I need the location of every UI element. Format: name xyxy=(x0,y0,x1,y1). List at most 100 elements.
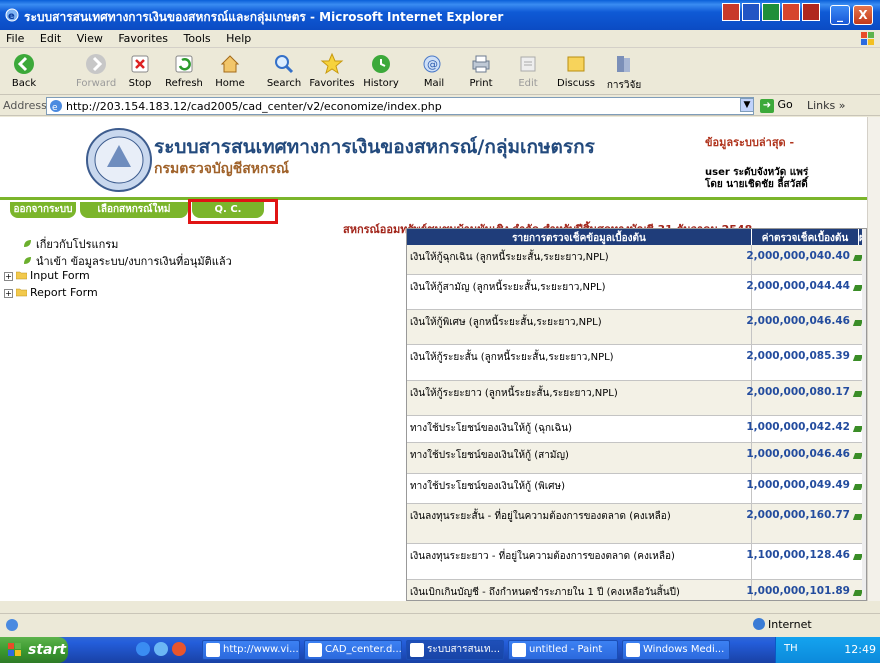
home-button[interactable]: Home xyxy=(210,52,250,89)
header-divider xyxy=(751,229,752,245)
select-coop-tab[interactable]: เลือกสหกรณ์ใหม่ xyxy=(80,202,188,218)
svg-text:e: e xyxy=(52,103,58,113)
globe-icon xyxy=(753,618,765,630)
word-icon[interactable] xyxy=(742,3,760,21)
language-indicator[interactable]: TH xyxy=(784,643,798,654)
edit-button[interactable]: Edit xyxy=(508,52,548,89)
task-button[interactable]: Windows Medi... xyxy=(622,640,730,660)
go-button[interactable]: ➜ Go xyxy=(760,98,793,113)
task-label: CAD_center.d... xyxy=(325,644,402,655)
row-item-value: 1,000,000,046.46 xyxy=(746,448,850,460)
refresh-icon xyxy=(175,55,193,73)
start-button[interactable]: start xyxy=(0,637,68,663)
menu-tools[interactable]: Tools xyxy=(178,30,217,47)
table-row: เงินให้กู้ระยะยาว (ลูกหนี้ระยะสั้น,ระยะย… xyxy=(407,381,864,416)
page-scrollbar[interactable] xyxy=(867,117,880,601)
row-item-value: 2,000,000,080.17 xyxy=(746,386,850,398)
quicklaunch-ie-icon[interactable] xyxy=(136,642,150,656)
tree-report-form-label: Report Form xyxy=(30,286,98,299)
printer-icon xyxy=(472,55,490,73)
security-zone: Internet xyxy=(753,618,812,631)
system-tray: TH 12:49 xyxy=(775,637,880,663)
close-button[interactable]: X xyxy=(853,5,873,25)
address-input[interactable]: e http://203.154.183.12/cad2005/cad_cent… xyxy=(46,97,754,115)
start-label: start xyxy=(28,642,67,658)
quicklaunch-desktop-icon[interactable] xyxy=(154,642,168,656)
row-item-name: เงินให้กู้พิเศษ (ลูกหนี้ระยะสั้น,ระยะยาว… xyxy=(410,317,602,328)
task-label: http://www.vi... xyxy=(223,644,299,655)
discuss-icon xyxy=(567,56,585,72)
row-item-value: 2,000,000,040.40 xyxy=(746,250,850,262)
home-label: Home xyxy=(215,78,245,89)
row-item-value: 2,000,000,085.39 xyxy=(746,350,850,362)
quicklaunch-media-icon[interactable] xyxy=(172,642,186,656)
tree-item-import[interactable]: นำเข้า ข้อมูลระบบ/งบการเงินที่อนุมัติแล้… xyxy=(20,252,232,269)
window-title-bar: e ระบบสารสนเทศทางการเงินของสหกรณ์และกลุ่… xyxy=(0,0,880,30)
task-label: untitled - Paint xyxy=(529,644,603,655)
table-row: ทางใช้ประโยชน์ของเงินให้กู้ (พิเศษ) 1,000… xyxy=(407,474,864,504)
excel-icon[interactable] xyxy=(762,3,780,21)
table-row: เงินให้กู้สามัญ (ลูกหนี้ระยะสั้น,ระยะยาว… xyxy=(407,275,864,310)
leaf-icon xyxy=(24,257,31,264)
svg-text:e: e xyxy=(8,11,15,22)
row-item-value: 1,000,000,042.42 xyxy=(746,421,850,433)
task-button[interactable]: http://www.vi... xyxy=(202,640,300,660)
links-button[interactable]: Links » xyxy=(807,99,846,112)
chevron-down-icon[interactable]: ▼ xyxy=(740,98,754,112)
mail-button[interactable]: @ Mail xyxy=(414,52,454,89)
row-item-value: 1,000,000,101.89 xyxy=(746,585,850,597)
qc-table-frame: รายการตรวจเช็คข้อมูลเบื้องต้น ค่าตรวจเช็… xyxy=(406,228,867,601)
expand-icon[interactable]: + xyxy=(4,272,13,281)
table-header: รายการตรวจเช็คข้อมูลเบื้องต้น ค่าตรวจเช็… xyxy=(407,229,866,245)
favorites-button[interactable]: Favorites xyxy=(308,52,356,89)
logout-tab[interactable]: ออกจากระบบ xyxy=(10,202,76,218)
menu-favorites[interactable]: Favorites xyxy=(112,30,174,47)
department-seal-logo xyxy=(86,128,152,192)
forward-button[interactable]: Forward xyxy=(76,52,116,89)
menu-view[interactable]: View xyxy=(71,30,109,47)
row-item-name: ทางใช้ประโยชน์ของเงินให้กู้ (ฉุกเฉิน) xyxy=(410,423,573,434)
edit-icon xyxy=(520,56,536,72)
task-button[interactable]: ระบบสารสนเท... xyxy=(406,640,504,660)
refresh-button[interactable]: Refresh xyxy=(164,52,204,89)
search-button[interactable]: Search xyxy=(264,52,304,89)
table-row: เงินเบิกเกินบัญชี - ถึงกำหนดชำระภายใน 1 … xyxy=(407,580,864,600)
menu-edit[interactable]: Edit xyxy=(34,30,67,47)
menu-help[interactable]: Help xyxy=(220,30,257,47)
paint-task-icon xyxy=(512,643,526,657)
latest-data-label: ข้อมูลระบบล่าสุด - xyxy=(705,136,795,149)
print-button[interactable]: Print xyxy=(461,52,501,89)
task-button[interactable]: CAD_center.d... xyxy=(304,640,402,660)
browser-toolbar: Back Forward Stop Refresh Home Search Fa… xyxy=(0,49,880,95)
expand-icon[interactable]: + xyxy=(4,289,13,298)
acrobat-icon[interactable] xyxy=(802,3,820,21)
stop-button[interactable]: Stop xyxy=(120,52,160,89)
windows-flag-icon xyxy=(8,643,21,656)
forward-arrow-icon xyxy=(86,54,106,74)
row-item-value: 1,100,000,128.46 xyxy=(746,549,850,561)
menu-file[interactable]: File xyxy=(0,30,30,47)
tree-item-input-form[interactable]: + Input Form xyxy=(4,269,232,286)
word-task-icon xyxy=(308,643,322,657)
zone-label: Internet xyxy=(768,618,812,631)
search-label: Search xyxy=(266,78,302,89)
research-icon xyxy=(617,56,630,72)
user-name: โดย นายเชิดชัย ลี้สวัสดิ์ xyxy=(705,179,808,190)
back-button[interactable]: Back xyxy=(4,52,44,89)
minimize-button[interactable]: _ xyxy=(830,5,850,25)
history-icon xyxy=(372,55,390,73)
tray-app-icon[interactable] xyxy=(722,3,740,21)
tree-item-report-form[interactable]: + Report Form xyxy=(4,286,232,303)
table-row: ทางใช้ประโยชน์ของเงินให้กู้ (สามัญ) 1,000… xyxy=(407,443,864,474)
task-button[interactable]: untitled - Paint xyxy=(508,640,618,660)
windows-logo-icon xyxy=(861,32,874,45)
folder-icon xyxy=(16,271,27,280)
tree-item-about[interactable]: เกี่ยวกับโปรแกรม xyxy=(20,235,232,252)
discuss-button[interactable]: Discuss xyxy=(556,52,596,89)
back-arrow-icon xyxy=(14,54,34,74)
research-button[interactable]: การวิจัย xyxy=(604,52,644,93)
powerpoint-icon[interactable] xyxy=(782,3,800,21)
nav-strip: ออกจากระบบ เลือกสหกรณ์ใหม่ Q. C. xyxy=(0,197,867,221)
history-button[interactable]: History xyxy=(361,52,401,89)
tree-import-label: นำเข้า ข้อมูลระบบ/งบการเงินที่อนุมัติแล้… xyxy=(36,255,232,268)
